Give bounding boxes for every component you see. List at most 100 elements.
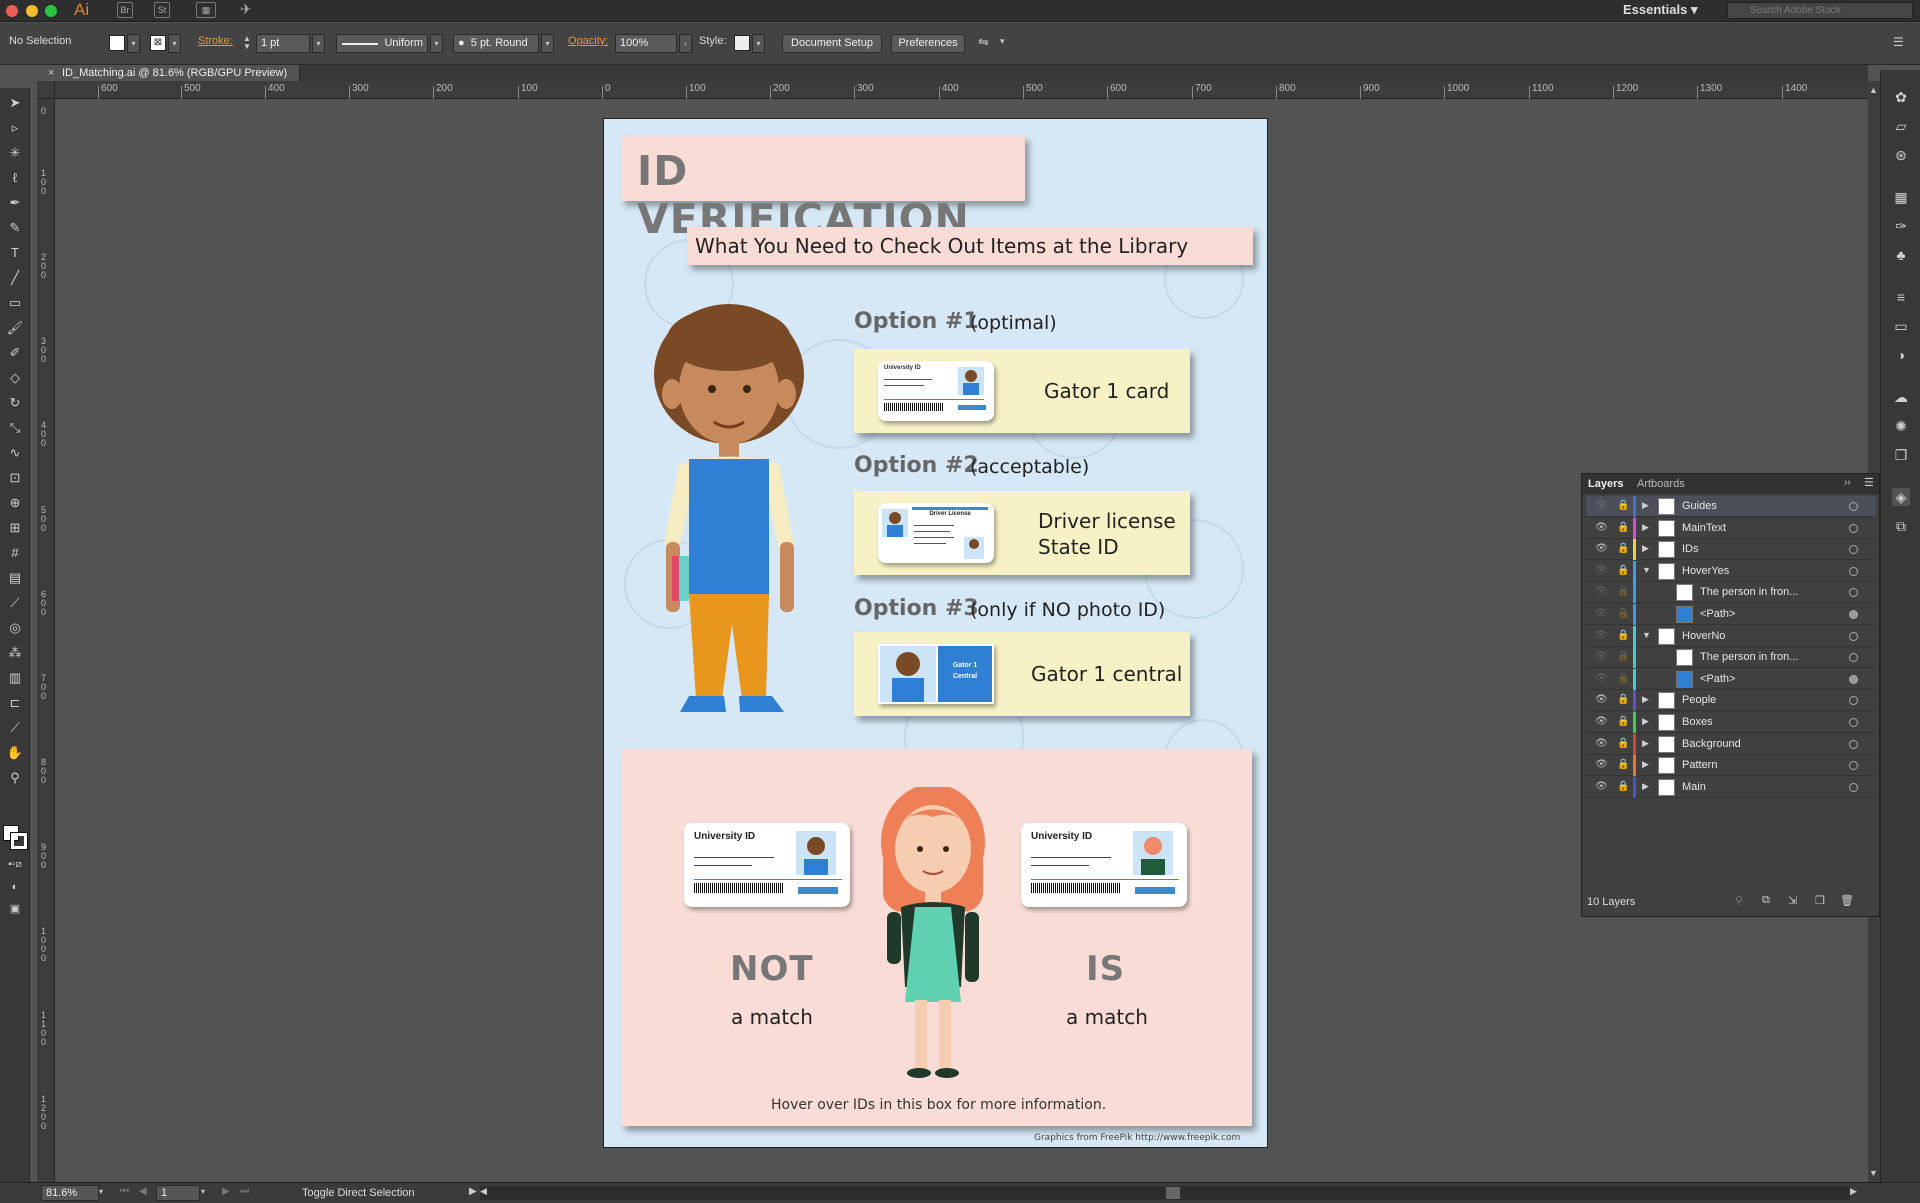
scroll-left-icon[interactable]: ◀ xyxy=(480,1186,487,1197)
visibility-eye-icon[interactable]: 👁 xyxy=(1595,651,1608,662)
symbols-icon[interactable]: ♣ xyxy=(1892,246,1910,264)
previous-artboard-icon[interactable]: ◀ xyxy=(139,1186,147,1197)
expand-layer-icon[interactable]: ▶ xyxy=(1642,738,1649,749)
target-circle-icon[interactable] xyxy=(1849,588,1858,598)
matching-id-card[interactable]: University ID xyxy=(1021,823,1187,907)
expand-layer-icon[interactable]: ▶ xyxy=(1642,716,1649,727)
collapse-layer-icon[interactable]: ▼ xyxy=(1642,565,1651,575)
visibility-eye-icon[interactable]: 👁 xyxy=(1595,608,1608,619)
stroke-swatch[interactable]: ⊠ xyxy=(150,35,166,51)
hand-tool-icon[interactable]: ✋ xyxy=(6,744,24,762)
tab-layers[interactable]: Layers xyxy=(1588,478,1623,490)
target-circle-icon[interactable] xyxy=(1849,610,1858,619)
document-info-icon[interactable]: ▱ xyxy=(1892,117,1910,135)
variable-width-profile[interactable]: Uniform xyxy=(336,34,428,53)
target-circle-icon[interactable] xyxy=(1849,782,1858,792)
lasso-icon[interactable]: ℓ xyxy=(6,169,24,187)
stroke-panel-icon[interactable]: ≡ xyxy=(1892,288,1910,306)
make-clipping-mask-icon[interactable]: ⧉ xyxy=(1762,894,1770,907)
lock-icon[interactable]: 🔒 xyxy=(1617,500,1629,511)
minimize-window-icon[interactable] xyxy=(26,5,38,17)
scroll-up-icon[interactable]: ▲ xyxy=(1869,85,1878,95)
maximize-window-icon[interactable] xyxy=(45,5,57,17)
layer-row[interactable]: 👁 🔒 ▶ MainText xyxy=(1586,517,1876,539)
column-graph-icon[interactable]: ▥ xyxy=(6,669,24,687)
brush-definition[interactable]: ● 5 pt. Round xyxy=(453,34,539,53)
visibility-eye-icon[interactable]: 👁 xyxy=(1595,630,1608,641)
mesh-tool-icon[interactable]: # xyxy=(6,544,24,562)
color-guide-icon[interactable]: ✿ xyxy=(1892,88,1910,106)
lock-icon[interactable]: 🔒 xyxy=(1617,608,1629,619)
visibility-eye-icon[interactable]: 👁 xyxy=(1595,694,1608,705)
screen-mode-icon[interactable]: ▣ xyxy=(6,900,24,918)
shaper-tool-icon[interactable]: ✐ xyxy=(6,344,24,362)
document-setup-button[interactable]: Document Setup xyxy=(782,34,882,53)
fill-swatch[interactable] xyxy=(109,35,125,51)
arrange-icon[interactable]: ⇋ xyxy=(978,34,989,50)
type-tool-icon[interactable]: T xyxy=(6,244,24,262)
horizontal-scrollbar[interactable]: ◀ ▶ xyxy=(480,1186,1857,1200)
color-mode-icon[interactable]: ▪▫⧄ xyxy=(6,856,24,874)
zoom-tool-icon[interactable]: ⚲ xyxy=(6,769,24,787)
zoom-field[interactable]: 81.6% xyxy=(41,1185,99,1201)
scroll-thumb[interactable] xyxy=(1166,1187,1180,1199)
lock-icon[interactable]: 🔒 xyxy=(1617,673,1629,684)
paintbrush-icon[interactable]: 🖌 xyxy=(6,319,24,337)
zoom-dropdown[interactable]: ▾ xyxy=(99,1187,103,1196)
pen-tool-icon[interactable]: ✒ xyxy=(6,194,24,212)
layer-row[interactable]: 👁 🔒 ▼ HoverNo xyxy=(1586,625,1876,647)
expand-layer-icon[interactable]: ▶ xyxy=(1642,781,1649,792)
lock-icon[interactable]: 🔒 xyxy=(1617,738,1629,749)
visibility-eye-icon[interactable]: 👁 xyxy=(1595,565,1608,576)
lock-icon[interactable]: 🔒 xyxy=(1617,543,1629,554)
target-circle-icon[interactable] xyxy=(1849,739,1858,749)
stock-icon[interactable]: St xyxy=(154,2,170,18)
graphic-styles-icon[interactable]: ❐ xyxy=(1892,446,1910,464)
perspective-grid-icon[interactable]: ⊞ xyxy=(6,519,24,537)
scale-tool-icon[interactable]: ⤡ xyxy=(6,419,24,437)
opacity-dropdown[interactable]: › xyxy=(679,34,692,53)
symbol-sprayer-icon[interactable]: ⁂ xyxy=(6,644,24,662)
direct-selection-tool-icon[interactable]: ▹ xyxy=(6,119,24,137)
expand-layer-icon[interactable]: ▶ xyxy=(1642,522,1649,533)
locate-object-icon[interactable]: ⚲ xyxy=(1735,894,1743,907)
stroke-weight-dropdown[interactable]: ▾ xyxy=(312,34,325,53)
first-artboard-icon[interactable]: ⏮ xyxy=(120,1186,129,1197)
appearance-icon[interactable]: ✺ xyxy=(1892,417,1910,435)
shape-builder-icon[interactable]: ⊕ xyxy=(6,494,24,512)
opacity-field[interactable]: 100% xyxy=(615,34,677,53)
visibility-eye-icon[interactable]: 👁 xyxy=(1595,543,1608,554)
lock-icon[interactable]: 🔒 xyxy=(1617,586,1629,597)
delete-layer-icon[interactable]: 🗑 xyxy=(1840,894,1854,907)
layer-row[interactable]: 👁 🔒 <Path> xyxy=(1586,604,1876,625)
target-circle-icon[interactable] xyxy=(1849,718,1858,727)
option-2-box[interactable]: Driver License Driver license State ID xyxy=(854,491,1190,575)
target-circle-icon[interactable] xyxy=(1849,523,1858,533)
target-circle-icon[interactable] xyxy=(1849,653,1858,663)
artboard[interactable]: ID VERIFICATION What You Need to Check O… xyxy=(603,118,1268,1148)
arrange-dropdown[interactable]: ▾ xyxy=(1000,36,1005,47)
stroke-color-box[interactable] xyxy=(10,832,28,850)
curvature-tool-icon[interactable]: ✎ xyxy=(6,219,24,237)
gradient-tool-icon[interactable]: ▤ xyxy=(6,569,24,587)
artboard-dropdown[interactable]: ▾ xyxy=(201,1187,205,1196)
target-circle-icon[interactable] xyxy=(1849,761,1858,771)
visibility-eye-icon[interactable]: 👁 xyxy=(1595,738,1608,749)
rectangle-tool-icon[interactable]: ▭ xyxy=(6,294,24,312)
lock-icon[interactable]: 🔒 xyxy=(1617,716,1629,727)
opacity-label[interactable]: Opacity: xyxy=(568,35,608,47)
panel-menu-icon[interactable]: ☰ xyxy=(1893,35,1904,49)
option-1-box[interactable]: University ID Gator 1 card xyxy=(854,349,1190,433)
eraser-icon[interactable]: ◇ xyxy=(6,369,24,387)
tab-artboards[interactable]: Artboards xyxy=(1637,478,1685,490)
visibility-eye-icon[interactable]: 👁 xyxy=(1595,759,1608,770)
scroll-down-icon[interactable]: ▼ xyxy=(1869,1168,1878,1178)
status-menu-icon[interactable]: ▶ xyxy=(469,1186,477,1197)
selection-tool-icon[interactable]: ➤ xyxy=(6,94,24,112)
layer-row[interactable]: 👁 🔒 <Path> xyxy=(1586,668,1876,690)
expand-layer-icon[interactable]: ▶ xyxy=(1642,694,1649,705)
lock-icon[interactable]: 🔒 xyxy=(1617,759,1629,770)
drawing-mode-icon[interactable]: ◐ xyxy=(6,878,24,896)
lock-icon[interactable]: 🔒 xyxy=(1617,651,1629,662)
document-tab[interactable]: × ID_Matching.ai @ 81.6% (RGB/GPU Previe… xyxy=(42,65,300,81)
